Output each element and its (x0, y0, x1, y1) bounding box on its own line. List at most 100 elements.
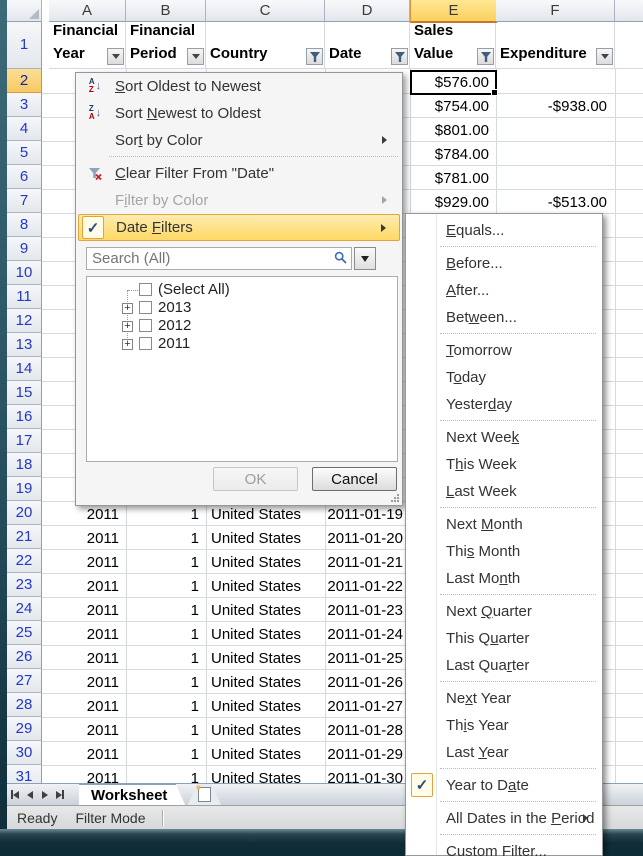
header-cell-financial-year[interactable]: Financial Year (49, 21, 126, 69)
cell-country-row23[interactable]: United States (206, 574, 324, 598)
submenu-item-last-year[interactable]: Last Year (406, 739, 602, 766)
header-cell-empty[interactable] (615, 21, 643, 69)
cell-country-row21[interactable]: United States (206, 526, 324, 550)
tree-item-2013[interactable]: +2013 (87, 299, 397, 317)
cell-financial-period-row31[interactable]: 1 (126, 766, 205, 783)
tree-item-select-all[interactable]: (Select All) (87, 281, 397, 299)
submenu-item-tomorrow[interactable]: Tomorrow (406, 337, 602, 364)
column-header-D[interactable]: D (325, 0, 410, 22)
row-header-19[interactable]: 19 (7, 477, 42, 501)
cell-sales-value-row5[interactable]: $784.00 (410, 142, 495, 166)
insert-worksheet-button[interactable] (187, 784, 221, 806)
first-sheet-button[interactable] (7, 787, 22, 803)
row-header-27[interactable]: 27 (7, 669, 42, 693)
cell-financial-year-row31[interactable]: 2011 (49, 766, 125, 783)
last-sheet-button[interactable] (52, 787, 67, 803)
value-checkbox[interactable] (139, 319, 152, 332)
row-header-6[interactable]: 6 (7, 165, 42, 189)
column-header-F[interactable]: F (496, 0, 615, 22)
submenu-item-next-year[interactable]: Next Year (406, 685, 602, 712)
row-header-21[interactable]: 21 (7, 525, 42, 549)
submenu-item-all-dates-in-the-period[interactable]: All Dates in the Period (406, 805, 602, 832)
cell-country-row22[interactable]: United States (206, 550, 324, 574)
row-header-10[interactable]: 10 (7, 261, 42, 285)
menu-item-date-filters[interactable]: ✓Date Filters (78, 214, 400, 241)
financial-period-filter-button[interactable] (187, 48, 204, 65)
cell-financial-period-row25[interactable]: 1 (126, 622, 205, 646)
row-header-25[interactable]: 25 (7, 621, 42, 645)
search-input[interactable] (86, 247, 352, 270)
header-cell-sales-value[interactable]: Sales Value (410, 21, 496, 69)
cell-date-row24[interactable]: 2011-01-23 (325, 598, 409, 622)
cell-country-row25[interactable]: United States (206, 622, 324, 646)
row-header-20[interactable]: 20 (7, 501, 42, 525)
ok-button[interactable]: OK (213, 467, 298, 491)
submenu-item-after[interactable]: After... (406, 277, 602, 304)
select-all-corner[interactable] (7, 0, 42, 22)
cell-financial-period-row29[interactable]: 1 (126, 718, 205, 742)
cell-financial-period-row30[interactable]: 1 (126, 742, 205, 766)
cell-financial-year-row27[interactable]: 2011 (49, 670, 125, 694)
cell-country-row28[interactable]: United States (206, 694, 324, 718)
cell-financial-year-row28[interactable]: 2011 (49, 694, 125, 718)
expand-plus-icon[interactable]: + (122, 339, 133, 350)
previous-sheet-button[interactable] (22, 787, 37, 803)
row-header-4[interactable]: 4 (7, 117, 42, 141)
expenditure-filter-button[interactable] (596, 48, 613, 65)
row-header-16[interactable]: 16 (7, 405, 42, 429)
column-header-A[interactable]: A (49, 0, 126, 22)
cell-financial-year-row23[interactable]: 2011 (49, 574, 125, 598)
expand-plus-icon[interactable]: + (122, 303, 133, 314)
cell-financial-year-row29[interactable]: 2011 (49, 718, 125, 742)
row-header-29[interactable]: 29 (7, 717, 42, 741)
cell-date-row22[interactable]: 2011-01-21 (325, 550, 409, 574)
row-header-11[interactable]: 11 (7, 285, 42, 309)
row-header-30[interactable]: 30 (7, 741, 42, 765)
cell-country-row31[interactable]: United States (206, 766, 324, 783)
row-header-18[interactable]: 18 (7, 453, 42, 477)
cell-expenditure-row7[interactable]: -$513.00 (496, 190, 613, 214)
tree-item-2012[interactable]: +2012 (87, 317, 397, 335)
cell-sales-value-row7[interactable]: $929.00 (410, 190, 495, 214)
cell-country-row26[interactable]: United States (206, 646, 324, 670)
expand-plus-icon[interactable]: + (122, 321, 133, 332)
row-header-14[interactable]: 14 (7, 357, 42, 381)
row-header-15[interactable]: 15 (7, 381, 42, 405)
resize-grip[interactable] (390, 493, 400, 503)
row-header-3[interactable]: 3 (7, 93, 42, 117)
row-header-28[interactable]: 28 (7, 693, 42, 717)
cell-country-row29[interactable]: United States (206, 718, 324, 742)
cell-date-row21[interactable]: 2011-01-20 (325, 526, 409, 550)
submenu-item-year-to-date[interactable]: ✓Year to Date (406, 772, 602, 799)
column-header-B[interactable]: B (126, 0, 206, 22)
row-header-8[interactable]: 8 (7, 213, 42, 237)
cell-financial-period-row21[interactable]: 1 (126, 526, 205, 550)
submenu-item-last-week[interactable]: Last Week (406, 478, 602, 505)
cell-financial-period-row27[interactable]: 1 (126, 670, 205, 694)
cell-date-row25[interactable]: 2011-01-24 (325, 622, 409, 646)
search-scope-dropdown-button[interactable] (354, 247, 376, 270)
cell-financial-period-row23[interactable]: 1 (126, 574, 205, 598)
submenu-item-this-quarter[interactable]: This Quarter (406, 625, 602, 652)
submenu-item-this-month[interactable]: This Month (406, 538, 602, 565)
cell-country-row27[interactable]: United States (206, 670, 324, 694)
cell-date-row31[interactable]: 2011-01-30 (325, 766, 409, 783)
fill-handle[interactable] (491, 89, 498, 96)
cell-financial-year-row30[interactable]: 2011 (49, 742, 125, 766)
header-cell-country[interactable]: Country (206, 21, 325, 69)
value-checkbox[interactable] (139, 301, 152, 314)
submenu-item-today[interactable]: Today (406, 364, 602, 391)
cell-financial-year-row24[interactable]: 2011 (49, 598, 125, 622)
row-header-1[interactable]: 1 (7, 21, 42, 69)
row-header-12[interactable]: 12 (7, 309, 42, 333)
cell-financial-year-row22[interactable]: 2011 (49, 550, 125, 574)
cell-financial-period-row28[interactable]: 1 (126, 694, 205, 718)
submenu-item-custom-filter[interactable]: Custom Filter... (406, 838, 602, 856)
submenu-item-next-quarter[interactable]: Next Quarter (406, 598, 602, 625)
country-filter-button[interactable] (306, 48, 323, 65)
submenu-item-equals[interactable]: Equals... (406, 217, 602, 244)
cell-financial-period-row24[interactable]: 1 (126, 598, 205, 622)
menu-item-sort-newest-to-oldest[interactable]: ZA↓Sort Newest to Oldest (78, 100, 400, 127)
row-header-5[interactable]: 5 (7, 141, 42, 165)
header-cell-expenditure[interactable]: Expenditure (496, 21, 615, 69)
